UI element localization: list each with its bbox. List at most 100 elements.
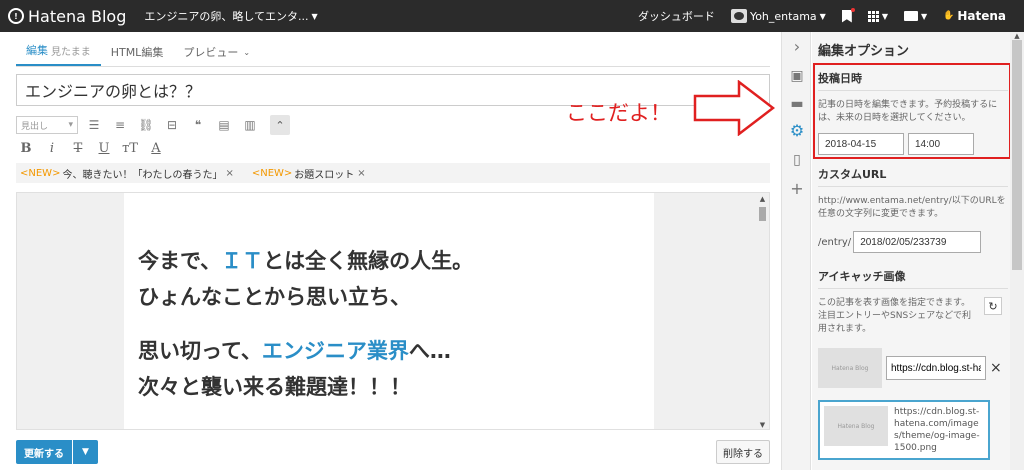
caret-down-icon: ▼ [881,11,888,21]
topic-item[interactable]: <NEW> 今、聴きたい！「わたしの春うた」 × [20,166,234,181]
grid-icon [867,10,879,22]
underline-icon[interactable]: U [94,139,114,157]
update-button[interactable]: 更新する ▼ [16,440,98,464]
more-block-icon[interactable]: ▥ [240,116,260,134]
hatena-brand-link[interactable]: ✋ Hatena [943,9,1016,23]
content-line: 次々と襲い来る難題達！！！ [138,375,411,399]
url-prefix: /entry/ [818,236,852,248]
reload-button[interactable]: ↻ [984,297,1002,315]
font-size-icon[interactable]: тT [120,139,140,157]
blog-selector[interactable]: エンジニアの卵、略してエンタ... ▼ [144,8,317,24]
gear-icon[interactable]: ⚙ [789,121,805,140]
eyecatch-desc: この記事を表す画像を指定できます。注目エントリーやSNSシェアなどで利用されます… [818,298,971,334]
panel-scroll-thumb[interactable] [1012,40,1022,270]
blog-title: エンジニアの卵、略してエンタ... [144,10,309,23]
chevron-right-icon[interactable]: › [789,37,805,56]
italic-icon[interactable]: i [42,139,62,157]
hatena-brand: Hatena [957,9,1006,23]
dashboard-link[interactable]: ダッシュボード [638,8,715,24]
top-navigation-bar: ! Hatena Blog エンジニアの卵、略してエンタ... ▼ ダッシュボー… [0,0,1024,32]
content-line: 思い切って、エンジニア業界へ… [138,339,451,363]
panel-title: 編集オプション [818,44,910,59]
editor-tabs: 編集 見たまま HTML編集 プレビュー ⌄ [16,40,260,66]
gallery-icon[interactable]: ▣ [789,68,805,84]
heading-select[interactable]: 見出し ▾ [16,116,78,134]
custom-url-desc: http://www.entama.net/entry/以下のURLを任意の文字… [818,196,1006,219]
avatar [730,9,747,23]
bold-icon[interactable]: B [16,139,36,157]
annotation-arrow-icon [693,80,775,136]
tabs-divider [16,66,770,67]
user-menu[interactable]: Yoh_entama ▼ [730,9,826,23]
delete-button[interactable]: 削除する [716,440,770,464]
thumb-label: Hatena Blog [837,422,875,430]
plus-icon[interactable]: + [789,179,805,198]
chevron-down-icon: ⌄ [243,47,251,57]
caret-down-icon: ▼ [920,11,928,21]
chevron-down-icon: ▾ [68,120,73,130]
content-scrollbar[interactable]: ▲ ▼ [756,193,769,429]
custom-url-field[interactable] [853,231,982,253]
content-line: ひょんなことから思い立ち、 [138,285,411,309]
hatena-logo-icon: ! [8,8,24,24]
collapse-toolbar-button[interactable]: ⌃ [270,115,290,135]
heading-select-value: 見出し [21,121,49,132]
scroll-thumb[interactable] [759,207,766,221]
hatena-blog-logo[interactable]: ! Hatena Blog [8,7,126,26]
numbered-list-icon[interactable]: ≡ [110,116,130,134]
close-icon[interactable]: × [357,168,365,179]
bookmark-icon [841,9,852,23]
eyecatch-heading: アイキャッチ画像 [818,264,1008,289]
caret-down-icon: ▼ [819,11,826,21]
eyecatch-thumbnail[interactable]: Hatena Blog [818,348,882,388]
close-icon[interactable]: × [225,168,233,179]
text-color-icon[interactable]: A [146,139,166,157]
content-line: 今まで、ＩＴとは全く無縁の人生。 [138,249,474,273]
link-icon[interactable]: ⛓ [136,116,156,134]
image-list-icon[interactable]: ▤ [214,116,234,134]
quote-icon[interactable]: ❝ [188,116,208,134]
caret-down-icon: ▼ [311,11,318,21]
eyecatch-url-input[interactable] [886,356,986,380]
chevron-down-icon: ▼ [82,447,89,457]
close-icon[interactable]: × [990,360,1002,376]
messages-menu[interactable]: ▼ [903,11,928,21]
scroll-up-icon[interactable]: ▲ [756,193,769,205]
content-body[interactable]: 今まで、ＩＴとは全く無縁の人生。 ひょんなことから思い立ち、 思い切って、エンジ… [124,193,654,429]
folder-icon[interactable]: ▬ [789,96,805,112]
custom-url-heading: カスタムURL [818,162,1008,187]
eyecatch-image-card[interactable]: Hatena Blog https://cdn.blog.st-hatena.c… [818,400,990,460]
topic-text: 今、聴きたい！「わたしの春うた」 [62,169,223,181]
notification-dot [850,7,855,12]
table-icon[interactable]: ⊟ [162,116,182,134]
document-icon[interactable]: ▯ [789,152,805,168]
post-date-highlight-box [813,63,1011,159]
content-editor[interactable]: 今まで、ＩＴとは全く無縁の人生。 ひょんなことから思い立ち、 思い切って、エンジ… [16,192,770,430]
update-label: 更新する [24,448,64,460]
scroll-down-icon[interactable]: ▼ [756,419,769,429]
tab-edit[interactable]: 編集 見たまま [16,42,101,66]
new-tag: <NEW> [251,167,293,179]
eyecatch-section: アイキャッチ画像 この記事を表す画像を指定できます。注目エントリーやSNSシェア… [818,264,1008,460]
side-icon-strip: › ▣ ▬ ⚙ ▯ + [781,32,811,470]
custom-url-section: カスタムURL http://www.entama.net/entry/以下のU… [818,162,1008,253]
thumb-label: Hatena Blog [831,364,869,372]
apps-menu[interactable]: ▼ [867,10,888,22]
logo-text: Hatena Blog [28,6,127,26]
update-options-button[interactable]: ▼ [72,440,98,464]
tab-preview[interactable]: プレビュー ⌄ [173,44,260,66]
topic-item[interactable]: <NEW> お題スロット × [252,166,366,181]
strikethrough-icon[interactable]: T [68,139,88,157]
tab-edit-label: 編集 [26,44,48,57]
chevron-up-icon: ⌃ [275,118,285,132]
panel-scrollbar[interactable]: ▲ [1010,32,1024,470]
delete-label: 削除する [723,448,763,460]
tab-preview-label: プレビュー [183,46,239,59]
hatena-hand-icon: ✋ [943,11,955,21]
reload-icon: ↻ [988,299,998,313]
bookmark-menu[interactable] [841,7,855,23]
bulleted-list-icon[interactable]: ☰ [84,116,104,134]
tab-html-edit[interactable]: HTML編集 [101,44,174,66]
format-toolbar-row1: 見出し ▾ ☰ ≡ ⛓ ⊟ ❝ ▤ ▥ ⌃ [16,114,290,136]
chat-icon [903,11,918,21]
